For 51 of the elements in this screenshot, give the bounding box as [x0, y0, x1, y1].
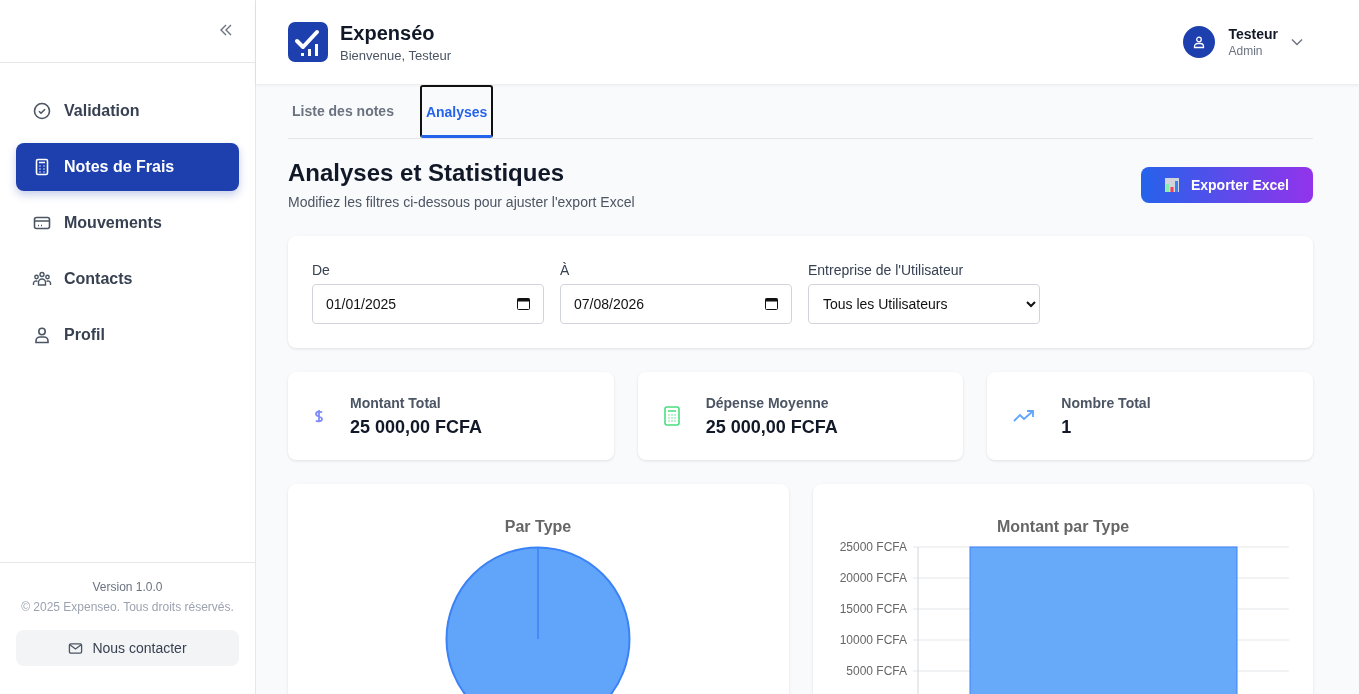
tab[interactable]: Liste des notes: [288, 84, 398, 138]
export-excel-button[interactable]: Exporter Excel: [1140, 166, 1313, 203]
sidebar-item[interactable]: Validation: [16, 87, 239, 135]
axis-tick-label: 25000 FCFA: [839, 540, 907, 554]
version-text: Version 1.0.0: [92, 580, 163, 594]
axis-tick-label: 20000 FCFA: [839, 571, 907, 585]
logo-icon: [288, 22, 328, 62]
collapse-icon[interactable]: [219, 23, 233, 37]
sidebar-item[interactable]: Mouvements: [16, 199, 239, 247]
user-icon: [32, 325, 52, 345]
chart-title: Montant par Type: [996, 518, 1129, 535]
avatar[interactable]: [1183, 26, 1216, 58]
stat-value: 25 000,00 FCFA: [705, 416, 838, 438]
people-icon: [32, 269, 52, 289]
field-label: De: [312, 262, 331, 278]
app-name: Expenséo: [340, 21, 436, 45]
date-field[interactable]: 01/01/2025: [312, 284, 544, 324]
axis-tick-label: 10000 FCFA: [839, 633, 907, 647]
page-subtitle: Modifiez les filtres ci-dessous pour ajuster l'export Excel: [288, 194, 635, 210]
trending-up-icon: [1013, 409, 1036, 423]
tab[interactable]: Analyses: [419, 85, 494, 138]
date-field[interactable]: 07/08/2026: [560, 284, 792, 324]
copyright-text: © 2025 Expenseo. Tous droits réservés.: [21, 600, 234, 614]
calculator-icon: [663, 406, 680, 426]
stat-label: Dépense Moyenne: [705, 394, 830, 411]
stat-label: Nombre Total: [1061, 394, 1151, 411]
bar-chart-icon: [1164, 177, 1179, 192]
sidebar-item[interactable]: Contacts: [16, 255, 239, 303]
calendar-icon[interactable]: [517, 297, 530, 310]
user-name: Testeur: [1228, 26, 1278, 42]
chevron-down-icon[interactable]: [1291, 38, 1303, 46]
sidebar-item[interactable]: Notes de Frais: [16, 143, 239, 191]
field-label: Entreprise de l'Utilisateur: [808, 262, 965, 278]
user-role: Admin: [1228, 44, 1264, 58]
field-label: À: [560, 262, 571, 278]
axis-tick-label: 5000 FCFA: [845, 664, 907, 678]
chart-title: Par Type: [504, 518, 572, 535]
company-select[interactable]: Tous les Utilisateurs: [808, 284, 1040, 324]
welcome-text: Bienvenue, Testeur: [340, 47, 452, 63]
axis-tick-label: 15000 FCFA: [839, 602, 907, 616]
sidebar-item[interactable]: Profil: [16, 311, 239, 359]
stat-value: 1: [1061, 416, 1073, 438]
user-icon: [1192, 35, 1207, 49]
calendar-icon[interactable]: [765, 297, 778, 310]
stat-value: 25 000,00 FCFA: [350, 416, 483, 438]
check-circle-icon: [32, 101, 52, 121]
mail-icon: [68, 640, 84, 656]
contact-button[interactable]: Nous contacter: [16, 630, 239, 666]
stat-label: Montant Total: [350, 394, 442, 411]
dollar-icon: [314, 409, 324, 423]
page-title: Analyses et Statistiques: [288, 159, 566, 187]
